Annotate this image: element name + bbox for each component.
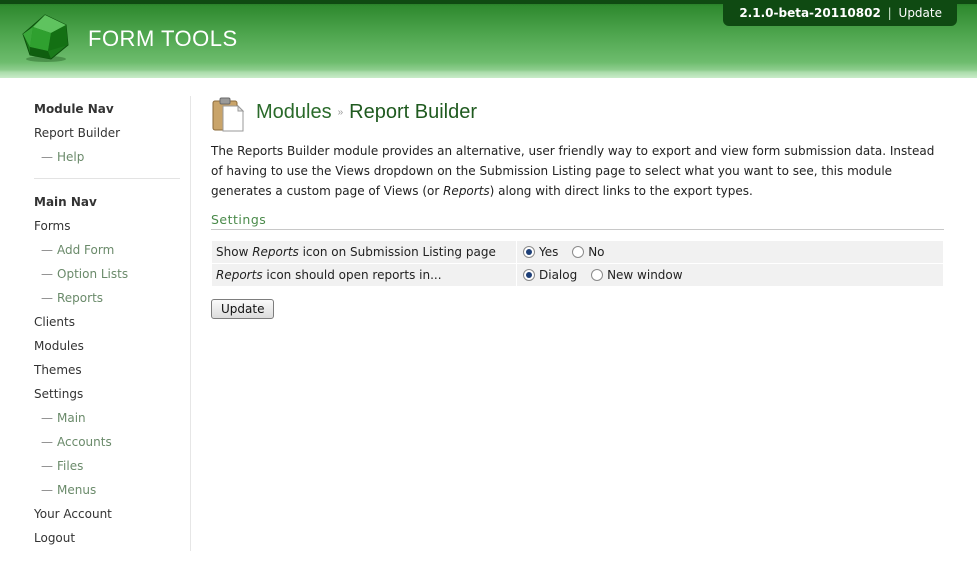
sidebar-item-help[interactable]: — Help — [34, 148, 184, 172]
sub-dash: — — [41, 291, 53, 305]
sidebar-item-forms[interactable]: Forms — [34, 217, 184, 241]
page-title: Modules » Report Builder — [256, 101, 477, 124]
label-text: icon should open reports in... — [262, 268, 442, 282]
sidebar-item-label: Main — [57, 411, 86, 425]
version-label: 2.1.0-beta-20110802 — [739, 6, 881, 20]
label-text: icon on Submission Listing page — [298, 245, 496, 259]
breadcrumb-modules-link[interactable]: Modules — [256, 101, 332, 123]
sidebar-item-menus[interactable]: — Menus — [34, 481, 184, 505]
sidebar-item-your-account[interactable]: Your Account — [34, 505, 184, 529]
breadcrumb-current: Report Builder — [349, 101, 478, 123]
page-header: Modules » Report Builder — [211, 96, 944, 136]
label-italic: Reports — [216, 268, 263, 282]
app-title: FORM TOOLS — [88, 26, 238, 51]
sub-dash: — — [41, 435, 53, 449]
radio-dialog-label[interactable]: Dialog — [539, 268, 577, 282]
settings-table: Show Reports icon on Submission Listing … — [211, 240, 944, 287]
update-button[interactable]: Update — [211, 299, 275, 319]
settings-heading: Settings — [211, 212, 944, 230]
version-separator: | — [887, 6, 892, 20]
sidebar-item-label: Reports — [57, 291, 104, 305]
sub-dash: — — [41, 267, 53, 281]
sidebar-item-themes[interactable]: Themes — [34, 361, 184, 385]
sidebar: Module Nav Report Builder — Help Main Nav… — [34, 100, 184, 553]
sidebar-item-files[interactable]: — Files — [34, 457, 184, 481]
setting-label-show-icon: Show Reports icon on Submission Listing … — [211, 240, 517, 264]
sidebar-item-modules[interactable]: Modules — [34, 337, 184, 361]
main-content: Modules » Report Builder The Reports Build… — [211, 96, 944, 319]
radio-yes-label[interactable]: Yes — [539, 245, 558, 259]
description-text-2: ) along with direct links to the export … — [489, 184, 753, 198]
sidebar-item-report-builder[interactable]: Report Builder — [34, 124, 184, 148]
sidebar-separator — [34, 178, 180, 179]
sidebar-item-add-form[interactable]: — Add Form — [34, 241, 184, 265]
radio-new-window-label[interactable]: New window — [607, 268, 683, 282]
breadcrumb-separator: » — [337, 107, 344, 118]
sidebar-item-label: Option Lists — [57, 267, 129, 281]
sidebar-item-option-lists[interactable]: — Option Lists — [34, 265, 184, 289]
radio-new-window[interactable] — [591, 269, 604, 281]
sidebar-item-label: Accounts — [57, 435, 112, 449]
table-row: Show Reports icon on Submission Listing … — [211, 240, 944, 264]
setting-options-show-icon: Yes No — [516, 240, 944, 264]
main-nav-heading: Main Nav — [34, 195, 97, 209]
header-update-link[interactable]: Update — [899, 6, 942, 20]
header-bar: FORM TOOLS 2.1.0-beta-20110802 | Update — [0, 0, 977, 78]
radio-no-label[interactable]: No — [588, 245, 604, 259]
module-nav-heading: Module Nav — [34, 102, 114, 116]
label-italic: Reports — [252, 245, 299, 259]
setting-label-open-in: Reports icon should open reports in... — [211, 263, 517, 287]
sub-dash: — — [41, 483, 53, 497]
sidebar-item-clients[interactable]: Clients — [34, 313, 184, 337]
radio-yes[interactable] — [523, 246, 535, 258]
sidebar-item-label: Help — [57, 150, 85, 164]
sidebar-item-logout[interactable]: Logout — [34, 529, 184, 553]
sidebar-item-label: Add Form — [57, 243, 115, 257]
form-tools-logo-icon — [22, 14, 69, 62]
radio-no[interactable] — [572, 246, 585, 258]
sub-dash: — — [41, 243, 53, 257]
sub-dash: — — [41, 150, 53, 164]
version-box: 2.1.0-beta-20110802 | Update — [723, 0, 957, 26]
table-row: Reports icon should open reports in... D… — [211, 263, 944, 287]
sub-dash: — — [41, 459, 53, 473]
sidebar-item-reports[interactable]: — Reports — [34, 289, 184, 313]
label-text: Show — [216, 245, 253, 259]
radio-dialog[interactable] — [523, 269, 535, 281]
setting-options-open-in: Dialog New window — [516, 263, 944, 287]
sidebar-item-settings[interactable]: Settings — [34, 385, 184, 409]
sidebar-divider — [190, 96, 191, 551]
clipboard-icon — [212, 97, 245, 132]
sidebar-item-label: Menus — [57, 483, 97, 497]
module-description: The Reports Builder module provides an a… — [211, 141, 944, 201]
sidebar-item-settings-main[interactable]: — Main — [34, 409, 184, 433]
description-italic: Reports — [443, 184, 490, 198]
sidebar-item-label: Files — [57, 459, 84, 473]
sub-dash: — — [41, 411, 53, 425]
sidebar-item-accounts[interactable]: — Accounts — [34, 433, 184, 457]
